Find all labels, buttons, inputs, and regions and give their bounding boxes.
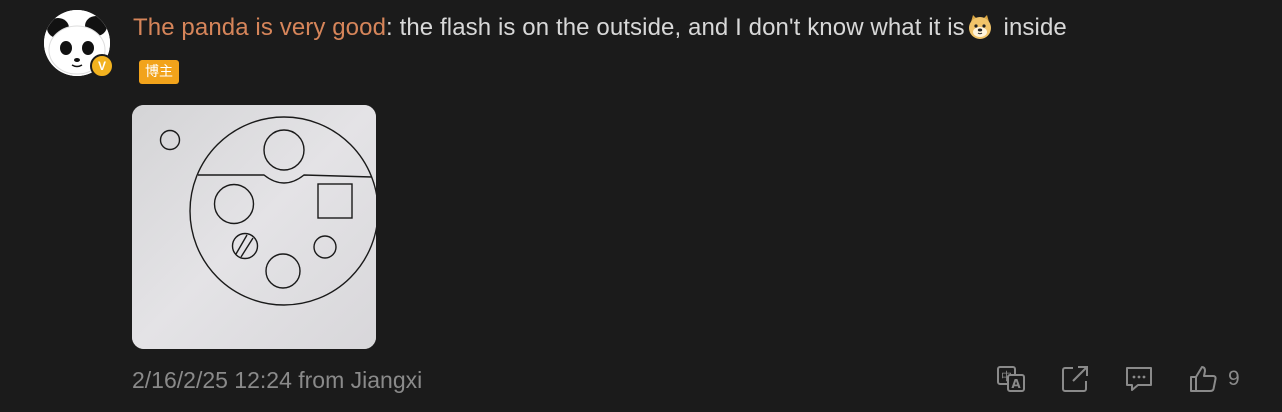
thumbs-up-icon <box>1190 366 1217 392</box>
username-link[interactable]: The panda is very good <box>133 14 386 41</box>
comment-separator: : <box>386 14 393 41</box>
comment-text-end: inside <box>996 14 1067 41</box>
comment-timestamp: 2/16/2/25 12:24 from Jiangxi <box>132 367 423 393</box>
share-icon <box>1062 366 1088 392</box>
comment-content: The panda is very good: the flash is on … <box>133 12 1067 44</box>
verified-badge-icon: V <box>90 54 114 78</box>
doge-emoji-icon <box>966 13 994 41</box>
svg-text:A: A <box>1011 377 1021 391</box>
like-button[interactable] <box>1186 362 1220 396</box>
comment-image[interactable] <box>132 105 376 349</box>
flashlight-diagram-image <box>132 105 376 349</box>
translate-button[interactable]: 中 A <box>994 362 1028 396</box>
comment-actions: 中 A 9 <box>994 362 1240 396</box>
translate-icon: 中 A <box>997 366 1025 392</box>
comment-icon <box>1126 367 1152 391</box>
avatar-container[interactable]: V <box>44 10 114 78</box>
reply-button[interactable] <box>1122 362 1156 396</box>
like-count: 9 <box>1228 367 1240 390</box>
blogger-badge: 博主 <box>139 60 179 84</box>
comment-text: the flash is on the outside, and I don't… <box>392 14 965 41</box>
share-button[interactable] <box>1058 362 1092 396</box>
